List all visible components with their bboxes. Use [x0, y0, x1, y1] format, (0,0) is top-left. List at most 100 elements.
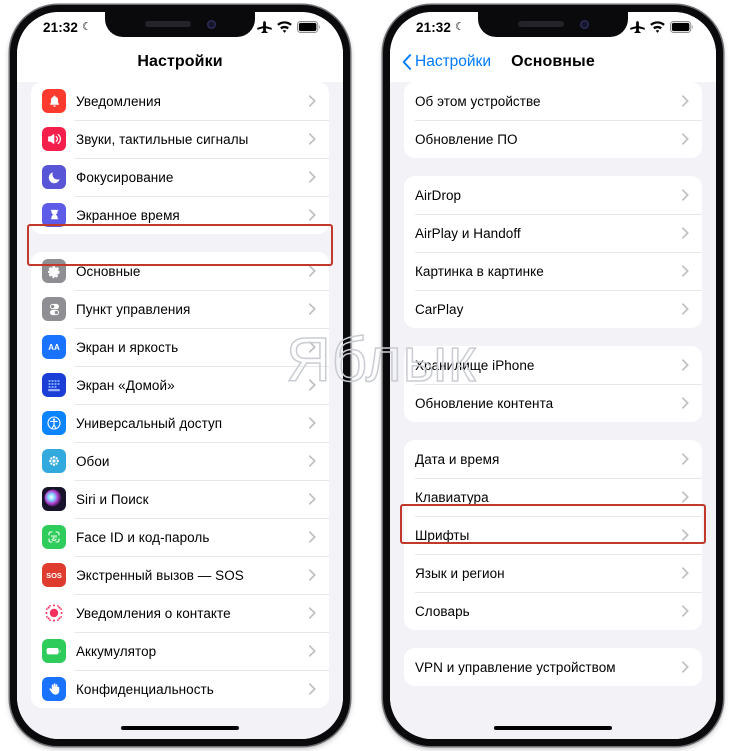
settings-row-label: Основные [76, 263, 141, 279]
settings-row-airdrop[interactable]: AirDrop [404, 176, 702, 214]
settings-row-focus[interactable]: Фокусирование [31, 158, 329, 196]
svg-text:AA: AA [48, 343, 60, 352]
settings-row-label: Картинка в картинке [415, 263, 544, 279]
focus-moon-icon: ☾ [455, 20, 465, 33]
settings-row-label: Обновление контента [415, 395, 554, 411]
settings-row-label: Экстренный вызов — SOS [76, 567, 244, 583]
settings-row-iphone-storage[interactable]: Хранилище iPhone [404, 346, 702, 384]
settings-row-accessibility[interactable]: Универсальный доступ [31, 404, 329, 442]
settings-row-software-update[interactable]: Обновление ПО [404, 120, 702, 158]
settings-row-privacy[interactable]: Конфиденциальность [31, 670, 329, 708]
back-button-label: Настройки [415, 53, 492, 70]
status-time-right: 21:32 ☾ [416, 20, 465, 35]
settings-row-sounds[interactable]: Звуки, тактильные сигналы [31, 120, 329, 158]
chevron-right-icon [309, 265, 316, 277]
general-group-2: AirDrop AirPlay и Handoff Картинка в кар… [404, 176, 702, 328]
settings-row-label: Хранилище iPhone [415, 357, 535, 373]
settings-row-airplay-handoff[interactable]: AirPlay и Handoff [404, 214, 702, 252]
chevron-right-icon [309, 607, 316, 619]
chevron-right-icon [682, 227, 689, 239]
control-center-icon [42, 297, 66, 321]
chevron-right-icon [682, 95, 689, 107]
chevron-right-icon [309, 379, 316, 391]
chevron-right-icon [682, 133, 689, 145]
iphone-right: 21:32 ☾ Настройки Основные Об этом устро… [383, 5, 723, 746]
chevron-right-icon [682, 453, 689, 465]
notch [105, 12, 255, 37]
settings-row-battery[interactable]: Аккумулятор [31, 632, 329, 670]
settings-row-label: Экранное время [76, 207, 180, 223]
settings-row-siri-search[interactable]: Siri и Поиск [31, 480, 329, 518]
settings-row-vpn-device-management[interactable]: VPN и управление устройством [404, 648, 702, 686]
settings-row-contact-alerts[interactable]: Уведомления о контакте [31, 594, 329, 632]
chevron-right-icon [682, 529, 689, 541]
back-button[interactable]: Настройки [402, 53, 491, 71]
chevron-right-icon [309, 683, 316, 695]
settings-row-emergency-sos[interactable]: SOS Экстренный вызов — SOS [31, 556, 329, 594]
general-group-4: Дата и время Клавиатура Шрифты Язык и ре… [404, 440, 702, 630]
settings-row-label: Уведомления о контакте [76, 605, 231, 621]
settings-row-general[interactable]: Основные [31, 252, 329, 290]
settings-row-wallpaper[interactable]: Обои [31, 442, 329, 480]
settings-row-label: Шрифты [415, 527, 470, 543]
settings-row-label: Клавиатура [415, 489, 489, 505]
focus-moon-icon: ☾ [82, 20, 92, 33]
settings-row-fonts[interactable]: Шрифты [404, 516, 702, 554]
chevron-right-icon [682, 491, 689, 503]
settings-row-carplay[interactable]: CarPlay [404, 290, 702, 328]
chevron-right-icon [682, 567, 689, 579]
chevron-right-icon [309, 133, 316, 145]
airplane-mode-icon [257, 21, 272, 33]
settings-row-screen-time[interactable]: Экранное время [31, 196, 329, 234]
chevron-right-icon [682, 303, 689, 315]
nav-bar-right: Настройки Основные [390, 42, 716, 82]
settings-row-home-screen[interactable]: Экран «Домой» [31, 366, 329, 404]
privacy-hand-icon [42, 677, 66, 701]
settings-row-label: Экран и яркость [76, 339, 179, 355]
siri-icon [42, 487, 66, 511]
settings-row-control-center[interactable]: Пункт управления [31, 290, 329, 328]
settings-row-keyboard[interactable]: Клавиатура [404, 478, 702, 516]
chevron-right-icon [682, 605, 689, 617]
settings-row-label: Экран «Домой» [76, 377, 175, 393]
settings-group-2: Основные Пункт управления AA Экран и ярк… [31, 252, 329, 708]
settings-row-label: Универсальный доступ [76, 415, 223, 431]
contact-alert-icon [42, 601, 66, 625]
chevron-right-icon [309, 95, 316, 107]
settings-row-dictionary[interactable]: Словарь [404, 592, 702, 630]
status-indicators-right [630, 21, 694, 33]
settings-row-face-id[interactable]: Face ID и код-пароль [31, 518, 329, 556]
settings-row-label: Язык и регион [415, 565, 505, 581]
chevron-right-icon [309, 455, 316, 467]
settings-row-about[interactable]: Об этом устройстве [404, 82, 702, 120]
chevron-left-icon [402, 54, 412, 70]
airplane-mode-icon [630, 21, 645, 33]
chevron-right-icon [309, 209, 316, 221]
settings-row-date-time[interactable]: Дата и время [404, 440, 702, 478]
settings-row-label: Дата и время [415, 451, 500, 467]
settings-row-language-region[interactable]: Язык и регион [404, 554, 702, 592]
settings-list-right[interactable]: Об этом устройстве Обновление ПО AirDrop [390, 82, 716, 739]
settings-row-label: Уведомления [76, 93, 161, 109]
nav-bar-left: Настройки [17, 42, 343, 82]
settings-row-background-refresh[interactable]: Обновление контента [404, 384, 702, 422]
settings-row-display-brightness[interactable]: AA Экран и яркость [31, 328, 329, 366]
settings-group-1: Уведомления Звуки, тактильные сигналы Фо… [31, 82, 329, 234]
settings-row-label: VPN и управление устройством [415, 659, 616, 675]
earpiece-speaker [144, 21, 191, 27]
general-group-3: Хранилище iPhone Обновление контента [404, 346, 702, 422]
settings-row-picture-in-picture[interactable]: Картинка в картинке [404, 252, 702, 290]
chevron-right-icon [682, 265, 689, 277]
settings-list-left[interactable]: Уведомления Звуки, тактильные сигналы Фо… [17, 82, 343, 739]
status-time-text: 21:32 [416, 19, 452, 35]
settings-row-notifications[interactable]: Уведомления [31, 82, 329, 120]
status-indicators-left [257, 21, 321, 33]
chevron-right-icon [309, 531, 316, 543]
settings-row-label: Звуки, тактильные сигналы [76, 131, 249, 147]
chevron-right-icon [682, 189, 689, 201]
settings-row-label: CarPlay [415, 301, 464, 317]
chevron-right-icon [309, 171, 316, 183]
settings-row-label: Пункт управления [76, 301, 191, 317]
settings-row-label: Словарь [415, 603, 470, 619]
settings-row-label: AirDrop [415, 187, 462, 203]
